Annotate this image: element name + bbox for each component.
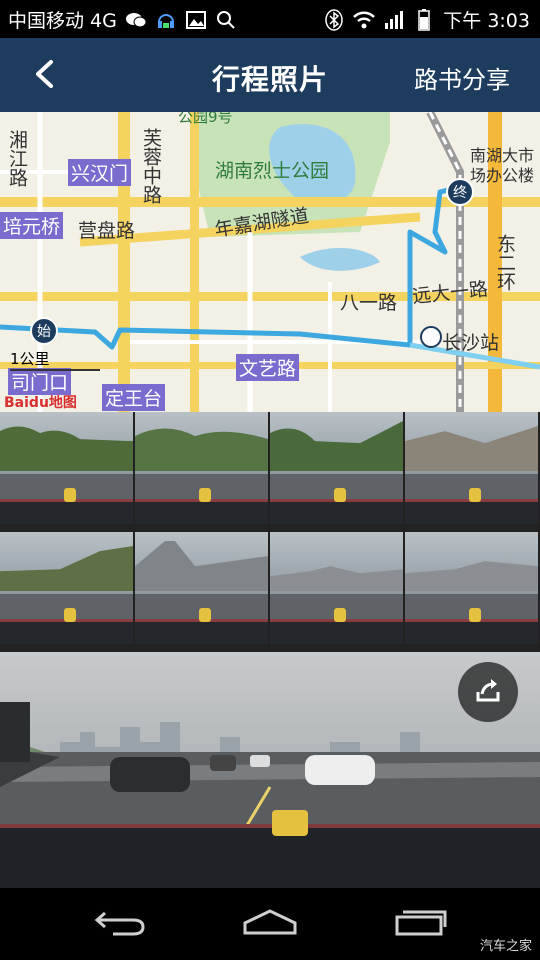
route-map[interactable]: 湘江路 兴汉门 培元桥 芙蓉中路 营盘路 公园9号 湖南烈士公园 年嘉湖隧道 八… (0, 112, 540, 412)
map-label-xinghanmen: 兴汉门 (68, 159, 132, 186)
photo-thumbnail-grid (0, 412, 540, 652)
photo-thumbnail[interactable] (405, 412, 538, 524)
photo-thumbnail[interactable] (405, 532, 538, 644)
map-label-furong: 芙蓉中路 (140, 128, 162, 204)
clock-label: 下午 3:03 (443, 10, 530, 32)
back-arrow-icon (93, 907, 147, 941)
map-label-changsha-station: 长沙站 (442, 332, 500, 354)
map-label-park-gate: 公园9号 (178, 112, 233, 126)
status-bar: 中国移动 4G 下午 3:03 (0, 0, 540, 38)
map-label-xiangjiang: 湘江路 (6, 130, 28, 187)
photo-thumbnail[interactable] (135, 412, 268, 524)
map-label-peiyuanqiao: 培元桥 (0, 212, 64, 239)
map-label-martyrs-park: 湖南烈士公园 (215, 160, 330, 182)
home-icon (242, 907, 298, 941)
baidu-map-logo: Baidu地图 (4, 395, 77, 411)
bluetooth-icon (323, 8, 345, 31)
gallery-icon (185, 9, 207, 31)
carrier-label: 中国移动 4G (8, 10, 117, 32)
nav-recents-button[interactable] (385, 902, 455, 946)
dashboard-ornament (272, 810, 308, 836)
route-start-marker[interactable]: 始 (30, 317, 58, 345)
system-navigation-bar: 汽车之家 (0, 888, 540, 960)
photo-thumbnail[interactable] (0, 532, 133, 644)
wechat-icon (125, 9, 147, 31)
nav-back-button[interactable] (85, 902, 155, 946)
photo-thumbnail[interactable] (135, 532, 268, 644)
signal-icon (383, 9, 405, 31)
roadbook-share-button[interactable]: 路书分享 (414, 60, 510, 95)
watermark: 汽车之家 (479, 939, 532, 954)
station-icon (420, 326, 442, 348)
battery-icon (413, 8, 435, 31)
photo-thumbnail-selected[interactable] (270, 532, 403, 644)
map-label-dingwangtai: 定王台 (102, 384, 166, 411)
photo-thumbnail[interactable] (0, 412, 133, 524)
headset-icon (155, 9, 177, 31)
selected-photo-preview[interactable] (0, 652, 540, 888)
map-label-dong-er-huan: 东二环 (494, 234, 516, 291)
map-label-yingpan: 营盘路 (78, 220, 136, 242)
wifi-icon (353, 9, 376, 31)
nav-home-button[interactable] (235, 902, 305, 946)
map-label-wenyi: 文艺路 (236, 354, 300, 381)
route-end-marker[interactable]: 终 (446, 178, 474, 206)
search-icon (215, 9, 237, 31)
photo-share-button[interactable] (458, 662, 518, 722)
app-header: 行程照片 路书分享 (0, 38, 540, 112)
map-scale: 1公里 (10, 348, 100, 371)
map-label-bayi: 八一路 (340, 292, 398, 314)
traffic-sign (0, 702, 30, 762)
recents-icon (393, 907, 447, 941)
share-icon (472, 674, 504, 710)
map-label-nanhu: 南湖大市场办公楼 (470, 146, 535, 185)
map-label-simenkou: 司门口 (8, 368, 72, 395)
photo-thumbnail[interactable] (270, 412, 403, 524)
